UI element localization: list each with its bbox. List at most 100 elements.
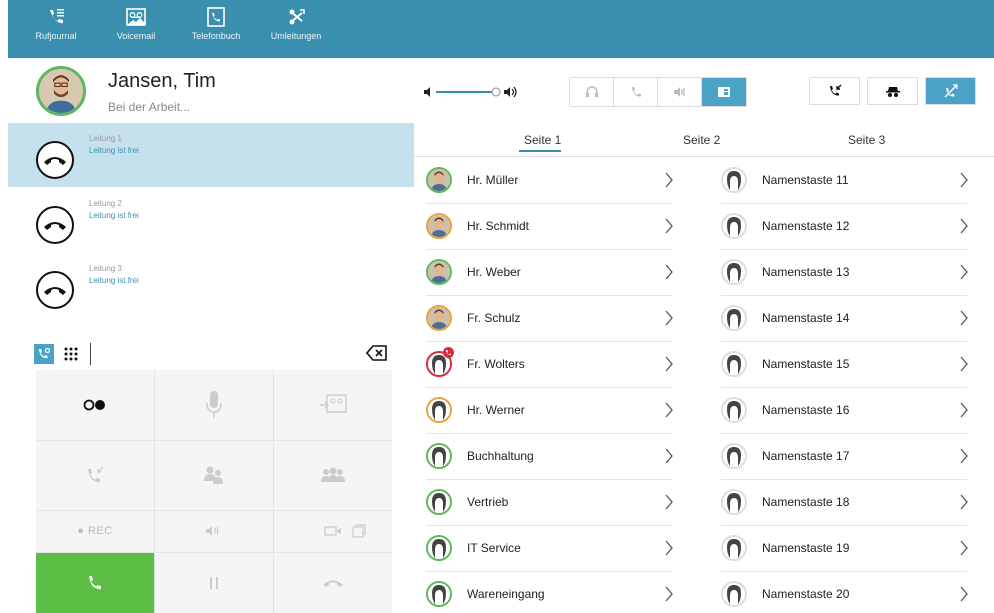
transfer-button[interactable] — [154, 440, 273, 510]
speaker-mode-button[interactable] — [658, 78, 702, 106]
chevron-right-icon[interactable] — [959, 171, 969, 189]
chevron-right-icon[interactable] — [664, 493, 674, 511]
call-forward-icon — [289, 9, 305, 25]
transfer-users-icon — [203, 466, 223, 484]
speed-dial-entry[interactable]: Hr. Müller — [414, 158, 684, 204]
chevron-right-icon[interactable] — [959, 263, 969, 281]
speed-dial-column-right: Namenstaste 11 Namenstaste 12 Namenstaste … — [709, 158, 979, 613]
contact-silhouette-icon — [723, 491, 745, 513]
contact-name: Namenstaste 15 — [762, 357, 850, 371]
headset-icon — [585, 86, 598, 97]
hangup-button[interactable] — [273, 553, 392, 613]
dial-mode-button[interactable] — [34, 344, 54, 364]
nav-label: Voicemail — [116, 31, 156, 41]
speed-dial-entry[interactable]: Namenstaste 20 — [709, 572, 979, 613]
chevron-right-icon[interactable] — [959, 493, 969, 511]
chevron-right-icon[interactable] — [664, 355, 674, 373]
dialpad-icon — [64, 347, 78, 361]
chevron-right-icon[interactable] — [664, 401, 674, 419]
chevron-right-icon[interactable] — [959, 217, 969, 235]
speed-dial-entry[interactable]: Namenstaste 12 — [709, 204, 979, 250]
speed-dial-entry[interactable]: Buchhaltung — [414, 434, 684, 480]
speed-dial-entry[interactable]: Hr. Weber — [414, 250, 684, 296]
speed-dial-entry[interactable]: Fr. Schulz — [414, 296, 684, 342]
chevron-right-icon[interactable] — [664, 263, 674, 281]
audio-mode-group — [569, 77, 747, 107]
chevron-right-icon[interactable] — [959, 447, 969, 465]
chevron-right-icon[interactable] — [959, 309, 969, 327]
dial-number-input[interactable] — [90, 343, 340, 365]
contact-silhouette-icon — [723, 583, 745, 605]
call-pickup-icon — [829, 84, 841, 96]
chevron-right-icon[interactable] — [959, 585, 969, 603]
contact-silhouette-icon — [428, 491, 450, 513]
chevron-right-icon[interactable] — [664, 585, 674, 603]
phone-client-app: Rufjournal Voicemail Telefonbuch Umleitu… — [0, 0, 994, 613]
handset-mode-button[interactable] — [614, 78, 658, 106]
line-item[interactable]: Leitung 3 Leitung ist frei — [8, 253, 414, 318]
tab-page-3[interactable]: Seite 3 — [848, 133, 885, 147]
speed-dial-entry[interactable]: Vertrieb — [414, 480, 684, 526]
speed-dial-entry[interactable]: Namenstaste 18 — [709, 480, 979, 526]
backspace-icon[interactable] — [366, 344, 388, 362]
speed-dial-entry[interactable]: Namenstaste 15 — [709, 342, 979, 388]
chevron-right-icon[interactable] — [664, 309, 674, 327]
headset-mode-button[interactable] — [570, 78, 614, 106]
chevron-right-icon[interactable] — [664, 447, 674, 465]
speed-dial-entry[interactable]: Namenstaste 11 — [709, 158, 979, 204]
contact-name: Wareneingang — [467, 587, 545, 601]
mute-button[interactable] — [154, 370, 273, 440]
speed-dial-entry[interactable]: Hr. Werner — [414, 388, 684, 434]
call-button[interactable] — [36, 553, 154, 613]
speed-dial-entry[interactable]: Wareneingang — [414, 572, 684, 613]
contact-avatar — [721, 351, 747, 377]
call-pickup-button[interactable] — [809, 77, 860, 105]
chevron-right-icon[interactable] — [959, 401, 969, 419]
speed-dial-entry[interactable]: IT Service — [414, 526, 684, 572]
contact-avatar — [426, 581, 452, 607]
dnd-icon — [944, 84, 958, 98]
volume-slider[interactable] — [422, 84, 522, 100]
chevron-right-icon[interactable] — [959, 539, 969, 557]
pause-icon — [209, 577, 218, 589]
hold-button[interactable] — [154, 553, 273, 613]
user-avatar[interactable] — [36, 66, 86, 116]
desk-phone-mode-button[interactable] — [702, 78, 746, 106]
voicemail-button[interactable] — [36, 370, 154, 440]
tab-page-1[interactable]: Seite 1 — [524, 133, 561, 147]
speed-dial-entry[interactable]: Fr. Wolters — [414, 342, 684, 388]
conference-button[interactable] — [273, 440, 392, 510]
call-journal-icon — [50, 9, 64, 24]
record-button[interactable]: ● REC — [36, 510, 154, 552]
chevron-right-icon[interactable] — [664, 217, 674, 235]
callback-button[interactable] — [36, 440, 154, 510]
nav-phonebook-button[interactable]: Telefonbuch — [176, 0, 256, 58]
line-item[interactable]: Leitung 1 Leitung ist frei — [8, 123, 414, 188]
incognito-button[interactable] — [867, 77, 918, 105]
transfer-to-voicemail-button[interactable] — [273, 370, 392, 440]
contact-avatar — [721, 167, 747, 193]
chevron-right-icon[interactable] — [664, 171, 674, 189]
chevron-right-icon[interactable] — [959, 355, 969, 373]
nav-call-journal-button[interactable]: Rufjournal — [16, 0, 96, 58]
speed-dial-entry[interactable]: Namenstaste 17 — [709, 434, 979, 480]
nav-voicemail-button[interactable]: Voicemail — [96, 0, 176, 58]
nav-call-forward-button[interactable]: Umleitungen — [256, 0, 336, 58]
user-status: Bei der Arbeit... — [108, 100, 191, 114]
window-button[interactable] — [326, 510, 392, 552]
call-toolbar — [414, 58, 994, 123]
speed-dial-entry[interactable]: Hr. Schmidt — [414, 204, 684, 250]
dial-row — [34, 338, 392, 370]
do-not-disturb-button[interactable] — [925, 77, 976, 105]
announce-button[interactable] — [154, 510, 273, 552]
tab-page-2[interactable]: Seite 2 — [683, 133, 720, 147]
speed-dial-entry[interactable]: Namenstaste 13 — [709, 250, 979, 296]
contact-avatar — [721, 305, 747, 331]
speed-dial-entry[interactable]: Namenstaste 14 — [709, 296, 979, 342]
lines-panel: Leitung 1 Leitung ist frei Leitung 2 Lei… — [8, 123, 414, 333]
speed-dial-entry[interactable]: Namenstaste 19 — [709, 526, 979, 572]
chevron-right-icon[interactable] — [664, 539, 674, 557]
dialpad-button[interactable] — [62, 345, 80, 363]
line-item[interactable]: Leitung 2 Leitung ist frei — [8, 188, 414, 253]
speed-dial-entry[interactable]: Namenstaste 16 — [709, 388, 979, 434]
